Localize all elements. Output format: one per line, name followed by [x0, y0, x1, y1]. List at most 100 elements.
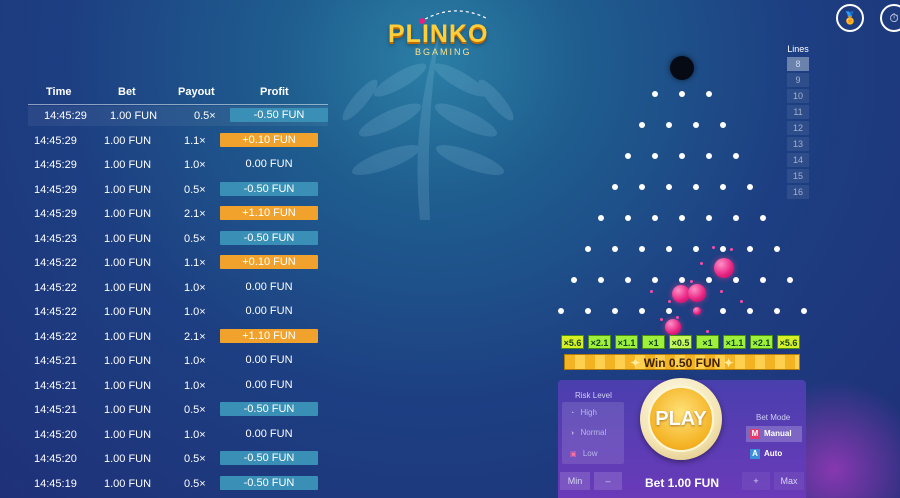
lines-option-10[interactable]: 10	[787, 89, 809, 103]
peg	[760, 277, 766, 283]
row-payout: 1.0×	[184, 428, 206, 441]
flame-icon: ◔	[570, 410, 575, 417]
row-bet: 1.00 FUN	[110, 110, 158, 122]
spark	[668, 300, 671, 303]
lines-option-15[interactable]: 15	[787, 169, 809, 183]
min-bet-button[interactable]: Min	[560, 472, 590, 490]
row-time: 14:45:19	[34, 477, 77, 490]
row-bet: 1.00 FUN	[104, 428, 152, 441]
row-bet: 1.00 FUN	[104, 355, 152, 367]
risk-option-normal[interactable]: ◑ Normal	[570, 428, 606, 437]
peg	[652, 91, 658, 97]
row-profit: -0.50 FUN	[220, 230, 318, 245]
lines-option-8[interactable]: 8	[787, 57, 809, 71]
peg	[679, 153, 685, 159]
row-bet: 1.00 FUN	[104, 257, 152, 269]
row-time: 14:45:20	[34, 428, 77, 441]
multiplier-slot: ×0.5	[669, 335, 692, 349]
peg	[665, 122, 672, 128]
row-time: 14:45:29	[34, 208, 77, 220]
row-bet: 1.00 FUN	[104, 477, 152, 490]
spark	[720, 290, 723, 293]
decrease-bet-button[interactable]: –	[594, 472, 622, 490]
row-bet: 1.00 FUN	[104, 134, 152, 147]
peg	[746, 246, 753, 252]
row-time: 14:45:22	[34, 257, 77, 269]
risk-option-low-label: Low	[582, 449, 598, 458]
increase-bet-button[interactable]: +	[742, 472, 770, 490]
bet-mode-manual[interactable]: M Manual	[746, 426, 802, 442]
row-bet: 1.00 FUN	[104, 208, 152, 220]
peg	[652, 277, 658, 283]
peg	[706, 277, 712, 283]
peg	[665, 308, 672, 314]
table-row: 14:45:20 1.00 FUN 0.5× -0.50 FUN	[28, 449, 328, 469]
header-time: Time	[46, 86, 72, 98]
history-header-row: Time Bet Payout Profit	[28, 84, 328, 105]
row-payout: 1.0×	[184, 379, 206, 392]
row-profit: 0.00 FUN	[245, 158, 293, 170]
peg	[773, 246, 780, 252]
table-row: 14:45:29 1.00 FUN 2.1× +1.10 FUN	[28, 204, 328, 224]
peg	[692, 184, 699, 190]
risk-option-low[interactable]: ▣ Low	[570, 449, 598, 458]
row-profit: 0.00 FUN	[245, 427, 293, 440]
table-row: 14:45:22 1.00 FUN 1.1× +0.10 FUN	[28, 253, 328, 273]
lines-option-16[interactable]: 16	[787, 185, 809, 199]
multiplier-slot: ×2.1	[750, 335, 773, 349]
risk-option-high-label: High	[580, 408, 597, 417]
medal-icon-glyph: 🏅	[842, 11, 858, 25]
row-profit: +0.10 FUN	[220, 255, 318, 269]
spark	[700, 262, 703, 265]
row-time: 14:45:20	[34, 453, 77, 465]
table-row: 14:45:22 1.00 FUN 1.0× 0.00 FUN	[28, 278, 328, 298]
medal-icon[interactable]: 🏅	[836, 4, 864, 32]
row-profit: +1.10 FUN	[220, 206, 318, 220]
risk-option-high[interactable]: ◔ High	[570, 408, 597, 417]
peg	[692, 246, 699, 252]
peg	[584, 308, 591, 314]
spark	[650, 290, 653, 293]
peg	[665, 184, 672, 190]
peg	[706, 153, 712, 159]
row-payout: 1.0×	[184, 159, 206, 171]
peg	[746, 308, 753, 314]
panel-glow-decoration	[806, 360, 900, 498]
manual-key-badge: M	[750, 429, 760, 439]
peg	[611, 184, 618, 190]
bet-mode-auto[interactable]: A Auto	[746, 446, 802, 462]
table-row: 14:45:22 1.00 FUN 2.1× +1.10 FUN	[28, 327, 328, 347]
peg	[571, 277, 577, 283]
ball	[688, 284, 706, 302]
lines-option-12[interactable]: 12	[787, 121, 809, 135]
lines-option-14[interactable]: 14	[787, 153, 809, 167]
plinko-logo: PLINKO BGAMING	[388, 8, 498, 57]
lock-icon: ▣	[570, 451, 577, 458]
row-bet: 1.00 FUN	[104, 453, 152, 465]
row-payout: 1.1×	[184, 134, 206, 147]
row-time: 14:45:22	[34, 306, 77, 318]
row-profit: 0.00 FUN	[245, 280, 293, 293]
lines-option-9[interactable]: 9	[787, 73, 809, 87]
max-bet-button[interactable]: Max	[774, 472, 804, 490]
ball	[714, 258, 734, 278]
peg	[625, 153, 631, 159]
multiplier-slot: ×1.1	[723, 335, 746, 349]
peg	[638, 246, 645, 252]
peg	[652, 215, 658, 221]
multiplier-slot: ×2.1	[588, 335, 611, 349]
auto-key-badge: A	[750, 449, 760, 459]
row-payout: 0.5×	[184, 477, 206, 490]
history-clock-icon-glyph: ⏱	[889, 10, 899, 25]
peg	[665, 246, 672, 252]
row-payout: 1.0×	[184, 281, 206, 294]
lines-option-13[interactable]: 13	[787, 137, 809, 151]
multiplier-slot: ×5.6	[561, 335, 584, 349]
peg	[625, 215, 631, 221]
history-clock-icon[interactable]: ⏱	[880, 4, 900, 32]
lines-option-11[interactable]: 11	[787, 105, 809, 119]
spark	[690, 280, 693, 283]
row-time: 14:45:29	[34, 134, 77, 147]
play-button[interactable]: PLAY	[648, 386, 714, 452]
bet-mode-title: Bet Mode	[756, 413, 791, 422]
